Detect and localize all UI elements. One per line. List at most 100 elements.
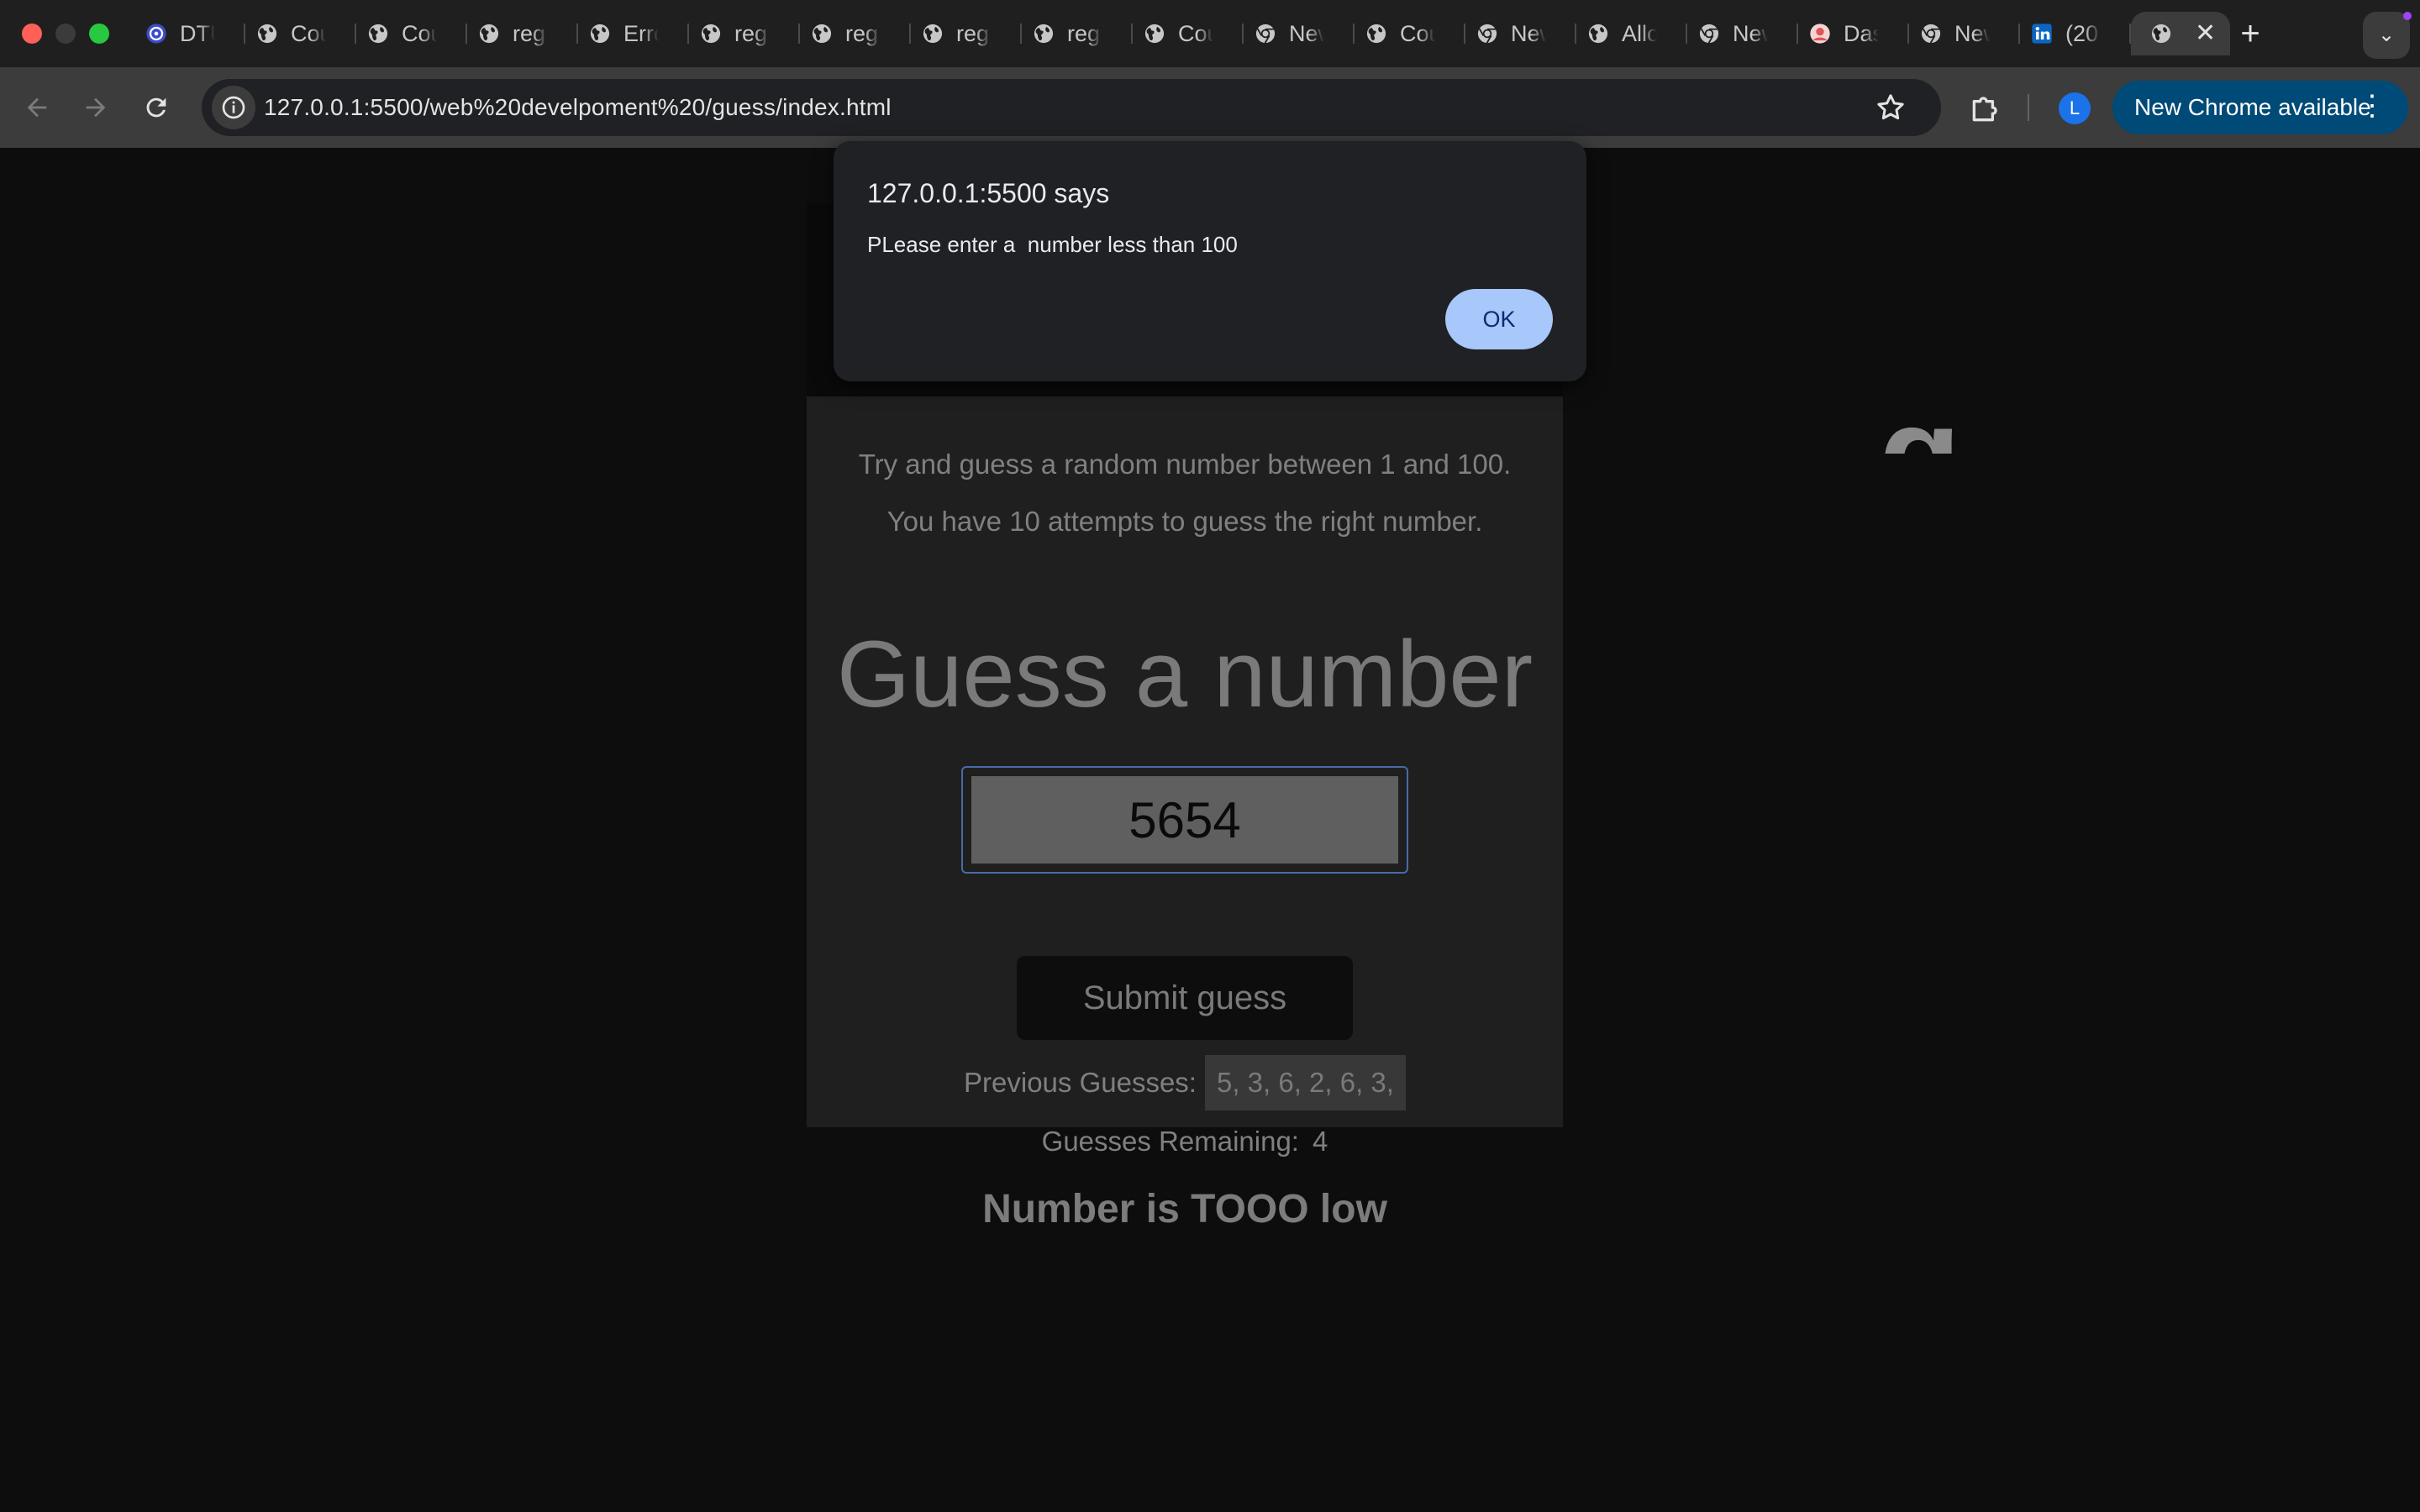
previous-guesses-label: Previous Guesses:: [964, 1067, 1197, 1098]
tab-title: reg: [956, 20, 990, 46]
back-button[interactable]: [18, 89, 55, 126]
tab-search-button[interactable]: ⌄: [2363, 12, 2410, 59]
browser-tab[interactable]: Allo: [1576, 12, 1687, 55]
browser-tab[interactable]: (20: [2020, 12, 2131, 55]
browser-tab[interactable]: New: [1909, 12, 2020, 55]
intro-text-range: Try and guess a random number between 1 …: [858, 449, 1512, 480]
avatar-favicon-icon: [1808, 22, 1832, 45]
browser-tab[interactable]: Cou: [245, 12, 356, 55]
intro-text-attempts: You have 10 attempts to guess the right …: [886, 506, 1483, 537]
tab-title: New: [1954, 20, 1990, 46]
browser-tab[interactable]: reg: [1022, 12, 1133, 55]
browser-tab-active[interactable]: ✕: [2131, 12, 2230, 55]
globe-favicon-icon: [1143, 22, 1166, 45]
browser-tab[interactable]: reg: [911, 12, 1022, 55]
globe-favicon-icon: [588, 22, 612, 45]
submit-guess-button[interactable]: Submit guess: [1017, 956, 1353, 1040]
page-title-fragment: g: [1879, 386, 1961, 454]
tab-title: reg: [1067, 20, 1101, 46]
target-favicon-icon: [145, 22, 168, 45]
game-panel: Try and guess a random number between 1 …: [807, 396, 1563, 1127]
guesses-remaining: Guesses Remaining: 4: [807, 1126, 1563, 1158]
alert-title: 127.0.0.1:5500 says: [867, 178, 1110, 208]
browser-tab[interactable]: reg: [467, 12, 578, 55]
minimize-window-button[interactable]: [55, 24, 76, 44]
tab-title: New: [1511, 20, 1546, 46]
profile-avatar[interactable]: L: [2059, 92, 2091, 124]
browser-tab[interactable]: Cou: [1133, 12, 1244, 55]
browser-tab[interactable]: Erro: [578, 12, 689, 55]
url-text: 127.0.0.1:5500/web%20develpoment%20/gues…: [264, 94, 892, 120]
reload-icon: [146, 97, 166, 118]
menu-kebab-icon[interactable]: ⋮: [2358, 91, 2386, 121]
tab-list: DTU Cou Cou reg Erro reg reg reg reg Cou New Cou New…: [134, 12, 2230, 55]
browser-tab[interactable]: Das: [1798, 12, 1909, 55]
browser-tab[interactable]: reg: [800, 12, 911, 55]
tab-title: reg: [513, 20, 546, 46]
globe-favicon-icon: [366, 22, 390, 45]
globe-favicon-icon: [699, 22, 723, 45]
tab-title: (20: [2065, 20, 2099, 46]
previous-guesses: Previous Guesses: 5, 3, 6, 2, 6, 3,: [807, 1055, 1563, 1110]
tab-title: Cou: [1178, 20, 1213, 46]
tab-title: Allo: [1622, 20, 1657, 46]
chrome-favicon-icon: [1697, 22, 1721, 45]
toolbar-separator: [2028, 94, 2029, 121]
tab-title: DTU: [180, 20, 215, 46]
browser-tab[interactable]: New: [1244, 12, 1355, 55]
info-icon: [222, 96, 245, 119]
bookmark-star-icon[interactable]: [1874, 91, 1907, 124]
notification-dot: [2403, 12, 2412, 20]
browser-tab[interactable]: New: [1465, 12, 1576, 55]
globe-favicon-icon: [255, 22, 279, 45]
tab-title: Cou: [1400, 20, 1435, 46]
browser-tab[interactable]: Cou: [356, 12, 467, 55]
browser-toolbar: 127.0.0.1:5500/web%20develpoment%20/gues…: [0, 67, 2420, 148]
browser-tab[interactable]: reg: [689, 12, 800, 55]
tab-title: Cou: [291, 20, 326, 46]
chrome-favicon-icon: [1919, 22, 1943, 45]
guesses-remaining-count: 4: [1312, 1126, 1328, 1157]
chrome-update-button[interactable]: New Chrome available ⋮: [2112, 81, 2408, 134]
new-tab-button[interactable]: +: [2232, 15, 2269, 52]
browser-tab[interactable]: DTU: [134, 12, 245, 55]
fullscreen-window-button[interactable]: [89, 24, 109, 44]
tab-title: Erro: [623, 20, 659, 46]
globe-favicon-icon: [810, 22, 834, 45]
guess-input[interactable]: [971, 776, 1398, 864]
browser-tab[interactable]: New: [1687, 12, 1798, 55]
globe-favicon-icon: [1586, 22, 1610, 45]
tab-title: reg: [845, 20, 879, 46]
back-arrow-icon: [27, 97, 47, 118]
globe-favicon-icon: [2149, 22, 2173, 45]
globe-favicon-icon: [477, 22, 501, 45]
tab-title: New: [1733, 20, 1768, 46]
forward-button[interactable]: [77, 89, 114, 126]
tab-strip: DTU Cou Cou reg Erro reg reg reg reg Cou New Cou New…: [0, 0, 2420, 67]
tab-title: Cou: [402, 20, 437, 46]
address-bar[interactable]: 127.0.0.1:5500/web%20develpoment%20/gues…: [202, 79, 1941, 136]
tab-title: Das: [1844, 20, 1879, 46]
globe-favicon-icon: [1365, 22, 1388, 45]
guess-field-focus-ring: [961, 766, 1408, 874]
alert-message: PLease enter a number less than 100: [867, 232, 1238, 257]
result-message: Number is TOOO low: [982, 1187, 1387, 1231]
close-window-button[interactable]: [22, 24, 42, 44]
chrome-favicon-icon: [1476, 22, 1499, 45]
linkedin-favicon-icon: [2030, 22, 2054, 45]
tab-title: reg: [734, 20, 768, 46]
guesses-remaining-label: Guesses Remaining:: [1041, 1126, 1299, 1157]
forward-arrow-icon: [86, 97, 106, 118]
browser-tab[interactable]: Cou: [1355, 12, 1465, 55]
globe-favicon-icon: [1032, 22, 1055, 45]
alert-ok-button[interactable]: OK: [1445, 289, 1553, 349]
reload-button[interactable]: [138, 89, 175, 126]
extensions-puzzle-icon[interactable]: [1968, 89, 2005, 126]
previous-guesses-values: 5, 3, 6, 2, 6, 3,: [1204, 1055, 1406, 1110]
close-tab-icon[interactable]: ✕: [2195, 21, 2216, 46]
tab-title: New: [1289, 20, 1324, 46]
chrome-favicon-icon: [1254, 22, 1277, 45]
site-info-button[interactable]: [212, 86, 255, 129]
guess-heading: Guess a number: [837, 622, 1533, 727]
globe-favicon-icon: [921, 22, 944, 45]
